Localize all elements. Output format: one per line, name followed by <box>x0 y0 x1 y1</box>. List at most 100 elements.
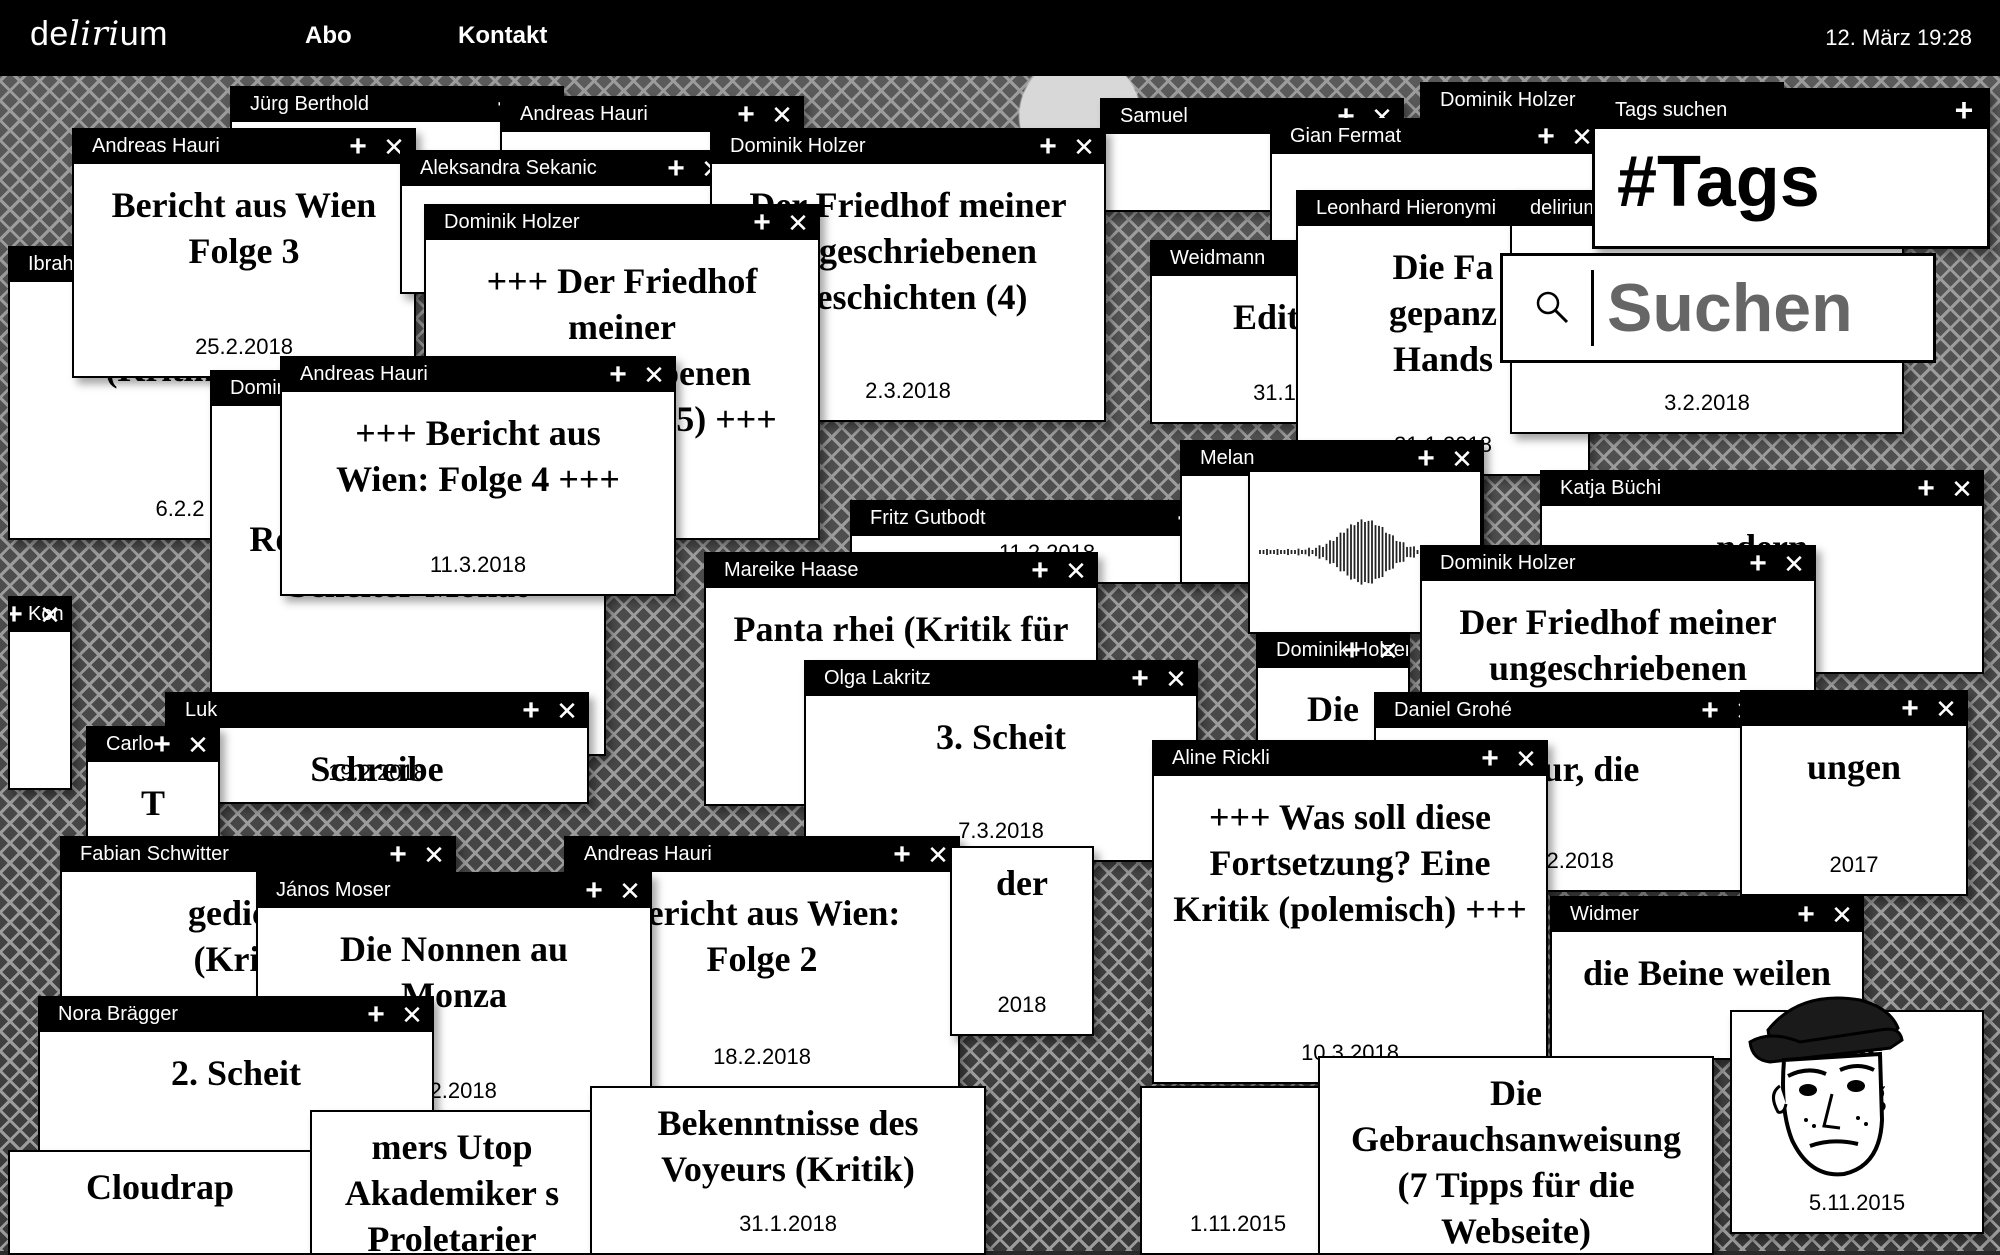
card-title[interactable]: Bericht aus Wien Folge 3 <box>86 182 402 274</box>
card-author[interactable]: Andreas Hauri <box>92 135 220 158</box>
plus-icon[interactable]: + <box>1528 120 1564 154</box>
card-title[interactable]: 2. Scheit <box>52 1050 420 1096</box>
card-titlebar[interactable]: Andreas Hauri + ✕ <box>566 838 958 872</box>
card-author[interactable]: János Moser <box>276 879 391 902</box>
card-author[interactable]: Dominik Holzer <box>1440 89 1576 112</box>
article-card[interactable]: Die Gebrauchsanweisung (7 Tipps für die … <box>1318 1056 1714 1255</box>
card-author[interactable]: Andreas Hauri <box>520 103 648 126</box>
card-title[interactable]: Panta rhei (Kritik für <box>718 606 1084 652</box>
card-titlebar[interactable]: Dominik Holzer+✕ <box>1258 634 1408 668</box>
close-icon[interactable]: ✕ <box>180 728 216 762</box>
card-titlebar[interactable]: Widmer + ✕ <box>1552 898 1862 932</box>
plus-icon[interactable]: + <box>1908 472 1944 506</box>
article-card[interactable]: + ✕ ungen 2017 <box>1740 690 1968 896</box>
nav-link-kontakt[interactable]: Kontakt <box>458 22 547 50</box>
close-icon[interactable]: ✕ <box>32 598 68 632</box>
article-card[interactable]: Andreas Hauri + ✕ Bericht aus Wien Folge 32… <box>72 128 416 378</box>
close-icon[interactable]: ✕ <box>1370 634 1406 668</box>
card-title[interactable]: Cloudrap <box>22 1164 298 1210</box>
close-icon[interactable]: ✕ <box>1776 547 1812 581</box>
card-author[interactable]: delirium <box>1530 197 1600 220</box>
card-title[interactable]: ungen <box>1754 744 1954 790</box>
plus-icon[interactable]: + <box>600 358 636 392</box>
card-titlebar[interactable]: Dominik Holzer+✕ <box>712 130 1104 164</box>
card-titlebar[interactable]: + ✕ <box>1742 692 1966 726</box>
card-titlebar[interactable]: Dominik Holzer+✕ <box>1422 547 1814 581</box>
card-titlebar[interactable]: Andreas Hauri + ✕ <box>74 130 414 164</box>
card-titlebar[interactable]: Katja Büchi + ✕ <box>1542 472 1982 506</box>
card-author[interactable]: Andreas Hauri <box>300 363 428 386</box>
card-title[interactable]: T <box>100 780 206 826</box>
close-icon[interactable]: ✕ <box>612 874 648 908</box>
card-titlebar[interactable]: Nora Brägger + ✕ <box>40 998 432 1032</box>
card-titlebar[interactable]: Daniel Grohé+✕ <box>1376 694 1766 728</box>
card-author[interactable]: Aleksandra Sekanic <box>420 157 597 180</box>
card-author[interactable]: Dominik Holzer <box>730 135 866 158</box>
card-author[interactable]: Fritz Gutbodt <box>870 507 986 530</box>
card-title[interactable]: 3. Scheit <box>818 714 1184 760</box>
article-card[interactable]: Bekenntnisse des Voyeurs (Kritik) 31.1.20… <box>590 1086 986 1255</box>
card-author[interactable]: Andreas Hauri <box>584 843 712 866</box>
close-icon[interactable]: ✕ <box>1824 898 1860 932</box>
card-titlebar[interactable]: Dominik Holzer+✕ <box>426 206 818 240</box>
card-title[interactable]: der <box>964 860 1080 906</box>
card-titlebar[interactable]: Carlo + ✕ <box>88 728 218 762</box>
article-card[interactable]: 1.11.2015 <box>1140 1086 1336 1255</box>
card-title[interactable]: +++ Was soll diese Fortsetzung? Eine Kri… <box>1166 794 1534 932</box>
plus-icon[interactable]: + <box>728 98 764 132</box>
close-icon[interactable]: ✕ <box>1058 554 1094 588</box>
card-author[interactable]: Gian Fermat <box>1290 125 1401 148</box>
plus-icon[interactable]: + <box>1692 694 1728 728</box>
card-author[interactable]: Jürg Berthold <box>250 93 369 116</box>
plus-icon[interactable]: + <box>10 598 32 632</box>
article-card[interactable]: Cloudrap <box>8 1150 312 1255</box>
card-author[interactable]: Olga Lakritz <box>824 667 931 690</box>
plus-icon[interactable]: + <box>1122 662 1158 696</box>
card-title[interactable]: Die Gebrauchsanweisung (7 Tipps für die … <box>1332 1070 1700 1253</box>
card-author[interactable]: Weidmann <box>1170 247 1265 270</box>
card-titlebar[interactable]: Aleksandra Sekanic+✕ <box>402 152 732 186</box>
card-titlebar[interactable]: Gian Fermat + ✕ <box>1272 120 1602 154</box>
article-card[interactable]: Olga Lakritz + ✕ 3. Scheit 7.3.2018 <box>804 660 1198 862</box>
card-title[interactable]: Bekenntnisse des Voyeurs (Kritik) <box>604 1100 972 1192</box>
article-card[interactable]: Carlo + ✕ T <box>86 726 220 840</box>
plus-icon[interactable]: + <box>340 130 376 164</box>
card-author[interactable]: Leonhard Hieronymi <box>1316 197 1496 220</box>
card-titlebar[interactable]: Olga Lakritz + ✕ <box>806 662 1196 696</box>
card-title[interactable]: mers Utop Akademiker s Proletarier <box>324 1124 580 1253</box>
plus-icon[interactable]: + <box>1947 91 1981 129</box>
article-card[interactable]: Andreas Hauri + ✕ +++ Bericht aus Wien: Fol… <box>280 356 676 596</box>
plus-icon[interactable]: + <box>358 998 394 1032</box>
plus-icon[interactable]: + <box>1022 554 1058 588</box>
close-icon[interactable]: ✕ <box>1508 742 1544 776</box>
plus-icon[interactable]: + <box>1788 898 1824 932</box>
card-titlebar[interactable]: Andreas Hauri + ✕ <box>282 358 674 392</box>
close-icon[interactable]: ✕ <box>1158 662 1194 696</box>
search-input[interactable] <box>1607 268 1917 348</box>
card-author[interactable]: Melan <box>1200 447 1254 470</box>
close-icon[interactable]: ✕ <box>394 998 430 1032</box>
card-author[interactable]: Katja Büchi <box>1560 477 1661 500</box>
card-author[interactable]: Aline Rickli <box>1172 747 1270 770</box>
plus-icon[interactable]: + <box>513 694 549 728</box>
article-card[interactable]: mers Utop Akademiker s Proletarier <box>310 1110 594 1255</box>
plus-icon[interactable]: + <box>884 838 920 872</box>
card-author[interactable]: Samuel <box>1120 105 1188 128</box>
article-card[interactable]: Luk+✕Schreibe und so19.2.2018 <box>165 692 589 804</box>
site-logo[interactable]: delirium <box>30 14 168 54</box>
plus-icon[interactable]: + <box>1892 692 1928 726</box>
close-icon[interactable]: ✕ <box>1944 472 1980 506</box>
plus-icon[interactable]: + <box>744 206 780 240</box>
card-titlebar[interactable]: Andreas Hauri + ✕ <box>502 98 802 132</box>
article-card[interactable]: Kon+✕ <box>8 596 72 790</box>
close-icon[interactable]: ✕ <box>764 98 800 132</box>
card-author[interactable]: Ibrah <box>28 253 74 276</box>
card-titlebar[interactable]: Luk + ✕ <box>167 694 587 728</box>
nav-link-abo[interactable]: Abo <box>305 22 352 50</box>
mascot-avatar-icon[interactable] <box>1740 990 1905 1190</box>
card-author[interactable]: Widmer <box>1570 903 1639 926</box>
search-icon[interactable] <box>1535 290 1569 324</box>
close-icon[interactable]: ✕ <box>1928 692 1964 726</box>
close-icon[interactable]: ✕ <box>549 694 585 728</box>
card-titlebar[interactable]: Aline Rickli + ✕ <box>1154 742 1546 776</box>
